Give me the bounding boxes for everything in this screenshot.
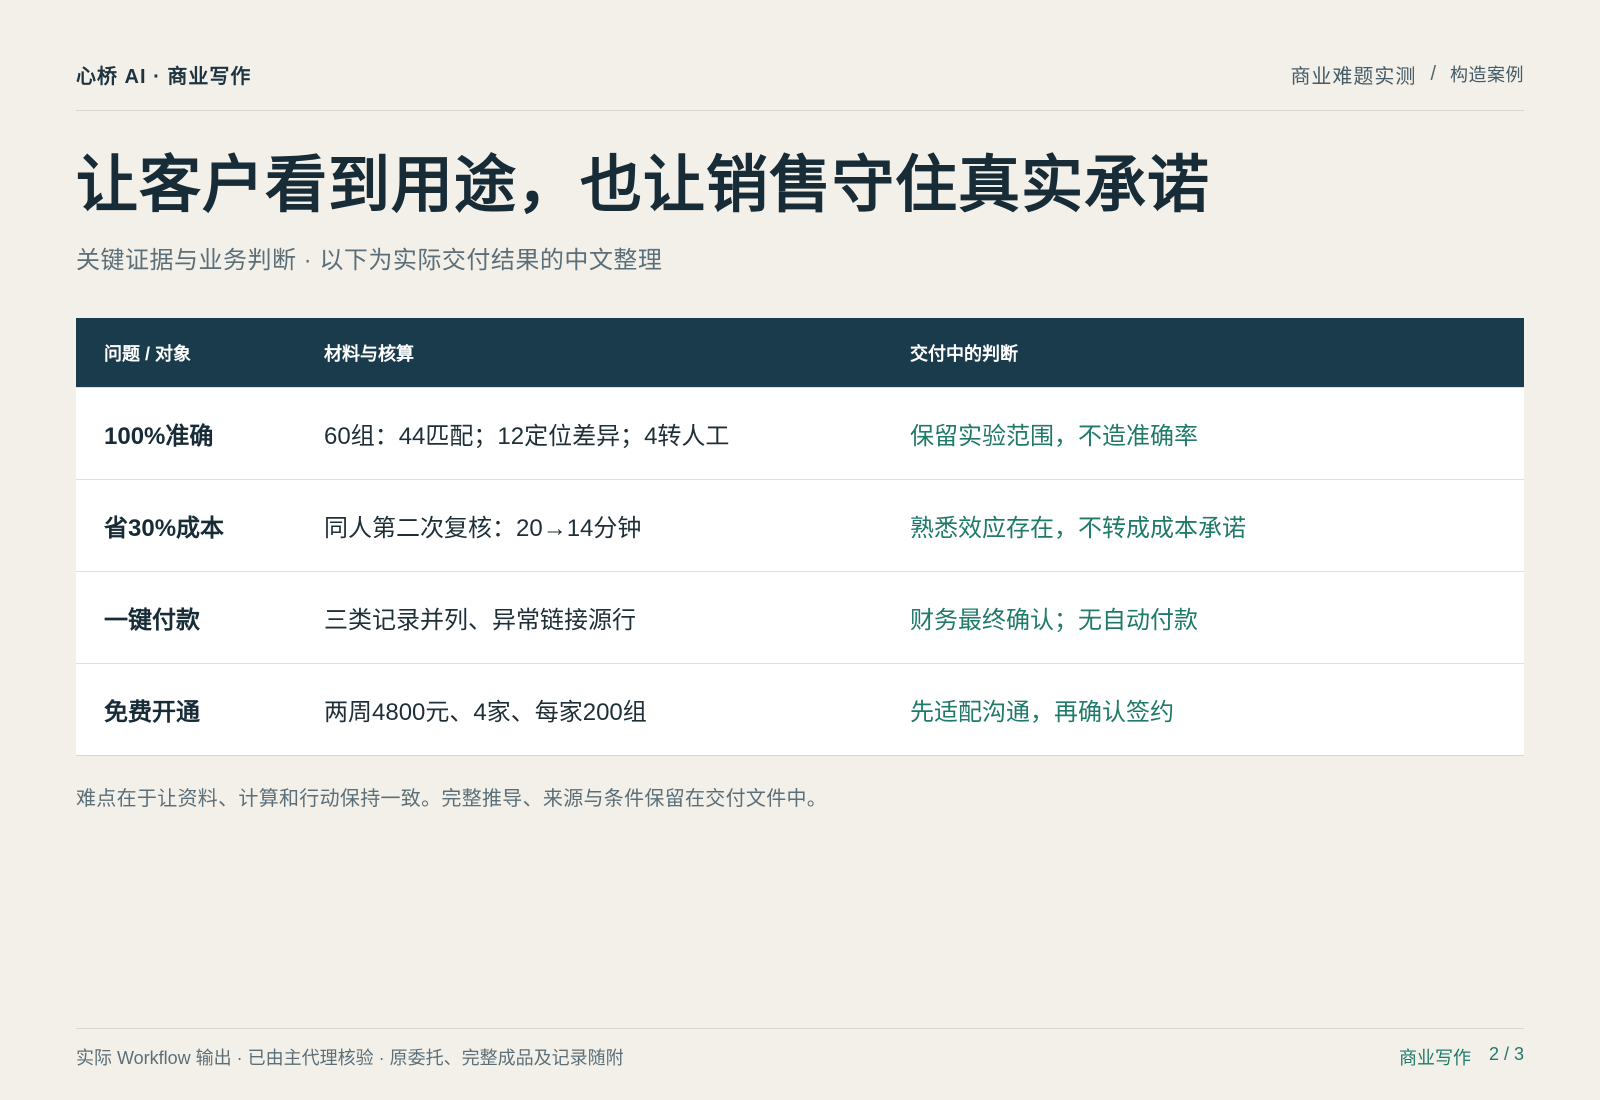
footnote-text: 难点在于让资料、计算和行动保持一致。完整推导、来源与条件保留在交付文件中。 xyxy=(76,788,828,810)
column-header-judgment: 交付中的判断 xyxy=(910,343,1018,364)
footer-source-text: 实际 Workflow 输出 · 已由主代理核验 · 原委托、完整成品及记录随附 xyxy=(76,1048,624,1068)
table-row: 免费开通 两周4800元、4家、每家200组 先适配沟通，再确认签约 xyxy=(76,663,1524,755)
bottom-divider xyxy=(76,1028,1524,1029)
cell-material: 同人第二次复核：20→14分钟 xyxy=(324,515,642,542)
cell-material: 60组：44匹配；12定位差异；4转人工 xyxy=(324,423,730,450)
page-number: 2 / 3 xyxy=(1488,1044,1524,1064)
breadcrumb: 商业难题实测 / 构造案例 xyxy=(1290,60,1524,89)
footer-meta: 商业写作 2 / 3 xyxy=(1399,1044,1524,1070)
table-row: 省30%成本 同人第二次复核：20→14分钟 熟悉效应存在，不转成成本承诺 xyxy=(76,479,1524,571)
breadcrumb-section: 商业难题实测 xyxy=(1290,65,1417,88)
breadcrumb-case: 构造案例 xyxy=(1450,65,1524,85)
footer-category: 商业写作 xyxy=(1398,1048,1471,1068)
brand-label: 心桥 AI · 商业写作 xyxy=(76,65,252,88)
page-footer: 实际 Workflow 输出 · 已由主代理核验 · 原委托、完整成品及记录随附… xyxy=(76,1044,1524,1070)
cell-issue: 省30%成本 xyxy=(104,515,225,542)
column-header-issue: 问题 / 对象 xyxy=(104,343,192,364)
table-row: 100%准确 60组：44匹配；12定位差异；4转人工 保留实验范围，不造准确率 xyxy=(76,387,1524,479)
cell-issue: 免费开通 xyxy=(104,699,200,726)
page-title: 让客户看到用途，也让销售守住真实承诺 xyxy=(76,151,1211,220)
top-divider xyxy=(76,110,1524,111)
slide-page: 心桥 AI · 商业写作 商业难题实测 / 构造案例 让客户看到用途，也让销售守… xyxy=(76,0,1524,1100)
evidence-table: 问题 / 对象 材料与核算 交付中的判断 100%准确 60组：44匹配；12定… xyxy=(76,318,1524,756)
cell-material: 三类记录并列、异常链接源行 xyxy=(324,607,636,634)
table-row: 一键付款 三类记录并列、异常链接源行 财务最终确认；无自动付款 xyxy=(76,571,1524,663)
page-subtitle: 关键证据与业务判断 · 以下为实际交付结果的中文整理 xyxy=(76,247,663,274)
column-header-material: 材料与核算 xyxy=(324,343,414,364)
cell-material: 两周4800元、4家、每家200组 xyxy=(324,699,647,726)
cell-judgment: 先适配沟通，再确认签约 xyxy=(910,699,1174,726)
cell-judgment: 财务最终确认；无自动付款 xyxy=(910,607,1198,634)
breadcrumb-separator: / xyxy=(1430,62,1436,85)
cell-judgment: 熟悉效应存在，不转成成本承诺 xyxy=(910,515,1246,542)
top-bar: 心桥 AI · 商业写作 商业难题实测 / 构造案例 xyxy=(76,56,1524,92)
cell-issue: 一键付款 xyxy=(104,607,200,634)
cell-judgment: 保留实验范围，不造准确率 xyxy=(910,423,1198,450)
cell-issue: 100%准确 xyxy=(104,423,214,450)
table-header: 问题 / 对象 材料与核算 交付中的判断 xyxy=(76,318,1524,387)
